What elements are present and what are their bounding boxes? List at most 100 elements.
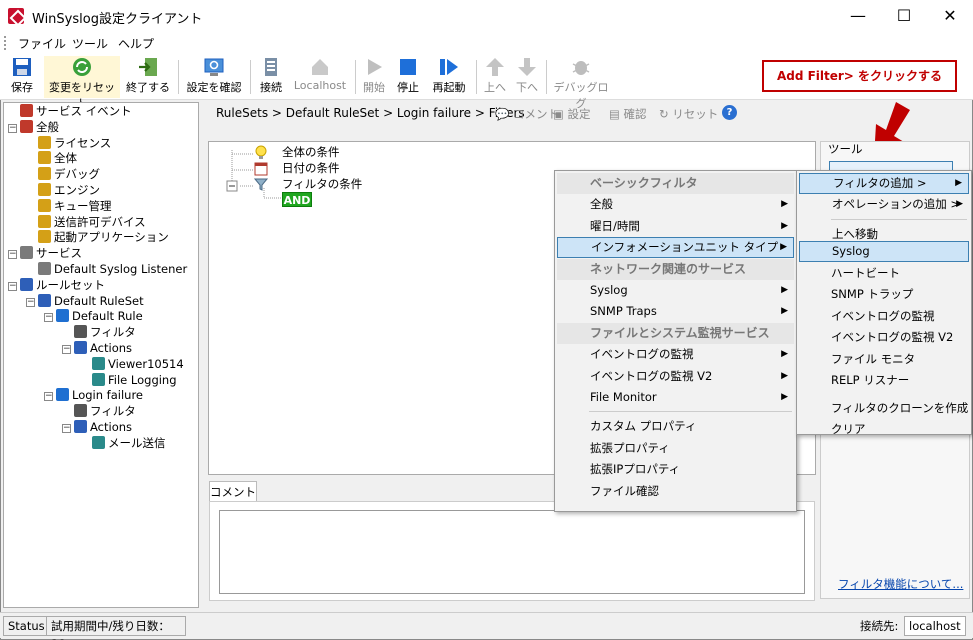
instruction-callout: Add Filter> をクリックする [762,60,957,92]
tree-node[interactable]: − Actions [62,419,132,435]
tree-node[interactable]: 送信許可デバイス [26,214,146,230]
and-operator-node[interactable]: AND [282,192,312,207]
restart-icon [440,59,458,75]
minimize-button[interactable]: — [835,0,881,32]
collapse-toggle-icon[interactable]: − [62,424,71,433]
menu-item[interactable]: イベントログの監視 V2 ▶ [557,366,794,387]
submenu-item[interactable]: Syslog [799,241,969,262]
restart-button[interactable]: 再起動 [430,56,468,98]
filter-node-all[interactable]: 全体の条件 [282,144,340,160]
submenu-item[interactable]: RELP リスナー [799,370,969,391]
tree-node[interactable]: キュー管理 [26,198,112,214]
tree-node[interactable]: エンジン [26,182,100,198]
submenu-item[interactable]: SNMP トラップ [799,284,969,305]
reset-changes-button[interactable]: 変更をリセット [44,56,120,110]
menu-item[interactable]: File Monitor ▶ [557,387,794,408]
menu-item-label: 全般 [590,197,613,212]
tree-node[interactable]: フィルタ [62,403,136,419]
collapse-toggle-icon[interactable]: − [8,281,17,291]
debug-log-button[interactable]: デバッグログ [552,56,610,110]
reset-action[interactable]: ↻ リセット [659,106,718,122]
tree-node-icon [92,435,105,449]
tree-node[interactable]: 起動アプリケーション [26,229,169,245]
save-label: 保存 [11,81,33,94]
tree-node-icon [38,230,51,244]
submenu-item[interactable]: ハートビート [799,263,969,284]
filter-node-date[interactable]: 日付の条件 [282,160,340,176]
verify-label: 設定を確認 [186,81,242,94]
tree-node[interactable]: − サービス [8,245,82,261]
start-button[interactable]: 開始 [360,56,388,98]
menu-file[interactable]: ファイル [18,35,66,52]
tree-node[interactable]: Default Syslog Listener [26,261,187,277]
tools-label: ツール [828,142,863,156]
tree-node[interactable]: 全体 [26,150,77,166]
menu-item[interactable]: SNMP Traps ▶ [557,301,794,322]
tree-node[interactable]: − Actions [62,340,132,356]
tree-node[interactable]: − Login failure [44,387,143,403]
menu-item[interactable]: クリア [799,419,969,440]
move-up-button[interactable]: 上へ [482,56,508,98]
tree-node[interactable]: サービス イベント [8,103,132,119]
menu-item[interactable]: ファイル確認 [557,481,794,502]
confirm-action-label: 確認 [623,107,647,121]
menu-item[interactable]: 拡張IPプロパティ [557,459,794,480]
submenu-arrow-icon: ▶ [781,199,788,210]
maximize-button[interactable]: ☐ [881,0,927,32]
localhost-button[interactable]: Localhost [290,56,350,98]
submenu-item[interactable]: イベントログの監視 [799,306,969,327]
config-tree: サービス イベント − 全般 ライセンス 全体 デバッグ エンジン キュー管理 送信許可デバイス… [3,102,199,608]
menu-item[interactable]: フィルタの追加 > ▶ [799,173,969,194]
menu-help[interactable]: ヘルプ [118,35,154,52]
menu-item[interactable]: Syslog ▶ [557,280,794,301]
tree-node[interactable]: デバッグ [26,166,100,182]
collapse-toggle-icon[interactable]: − [8,250,17,260]
move-down-button[interactable]: 下へ [514,56,540,98]
tree-node[interactable]: ライセンス [26,135,111,151]
quit-button[interactable]: 終了する [124,56,172,98]
collapse-toggle-icon[interactable]: − [62,345,71,354]
menu-item[interactable]: 全般 ▶ [557,194,794,215]
tree-node[interactable]: − 全般 [8,119,59,135]
menu-item[interactable]: カスタム プロパティ [557,416,794,437]
tree-node[interactable]: Viewer10514 [80,356,184,372]
verify-config-button[interactable]: 設定を確認 [184,56,244,98]
menu-item-label: インフォメーションユニット タイプ [591,240,779,255]
menu-item[interactable]: インフォメーションユニット タイプ ▶ [557,237,794,259]
settings-action[interactable]: ▣ 設定 [553,106,591,122]
help-icon[interactable]: ? [722,105,737,120]
status-label: Status [3,616,50,636]
menu-item-label: ネットワーク関連のサービス [590,261,747,276]
menu-item[interactable]: 拡張プロパティ [557,438,794,459]
tree-node[interactable]: − Default Rule [44,308,143,324]
tree-node[interactable]: − ルールセット [8,277,105,293]
menu-item[interactable]: 曜日/時間 ▶ [557,216,794,237]
collapse-toggle-icon[interactable]: − [26,297,35,307]
submenu-item[interactable]: イベントログの監視 V2 [799,327,969,348]
stop-button[interactable]: 停止 [394,56,422,98]
filter-node-filter[interactable]: フィルタの条件 [282,176,362,192]
exit-icon [139,58,157,76]
tab-comment[interactable]: コメント [209,481,257,502]
comment-textarea[interactable] [219,510,805,594]
tree-node[interactable]: − Default RuleSet [26,293,144,309]
connect-button[interactable]: 接続 [256,56,286,98]
filter-help-link[interactable]: フィルタ機能について... [838,576,963,592]
tree-node[interactable]: File Logging [80,372,177,388]
menu-item[interactable]: フィルタのクローンを作成 [799,398,969,419]
tree-node[interactable]: フィルタ [62,324,136,340]
menu-item[interactable]: オペレーションの追加 > ▶ [799,194,969,215]
stop-label: 停止 [397,81,419,94]
confirm-action[interactable]: ▤ 確認 [609,106,647,122]
collapse-toggle-icon[interactable]: − [8,123,17,133]
menu-item[interactable]: イベントログの監視 ▶ [557,344,794,365]
tree-node[interactable]: メール送信 [80,435,166,451]
comment-action[interactable]: 💬 コメント [495,106,559,122]
menu-tools[interactable]: ツール [72,35,108,52]
close-button[interactable]: ✕ [927,0,973,32]
submenu-item[interactable]: ファイル モニタ [799,349,969,370]
save-button[interactable]: 保存 [8,56,36,98]
collapse-toggle-icon[interactable]: − [44,313,53,323]
tree-node-label: 全体 [54,151,77,166]
collapse-toggle-icon[interactable]: − [44,392,53,402]
